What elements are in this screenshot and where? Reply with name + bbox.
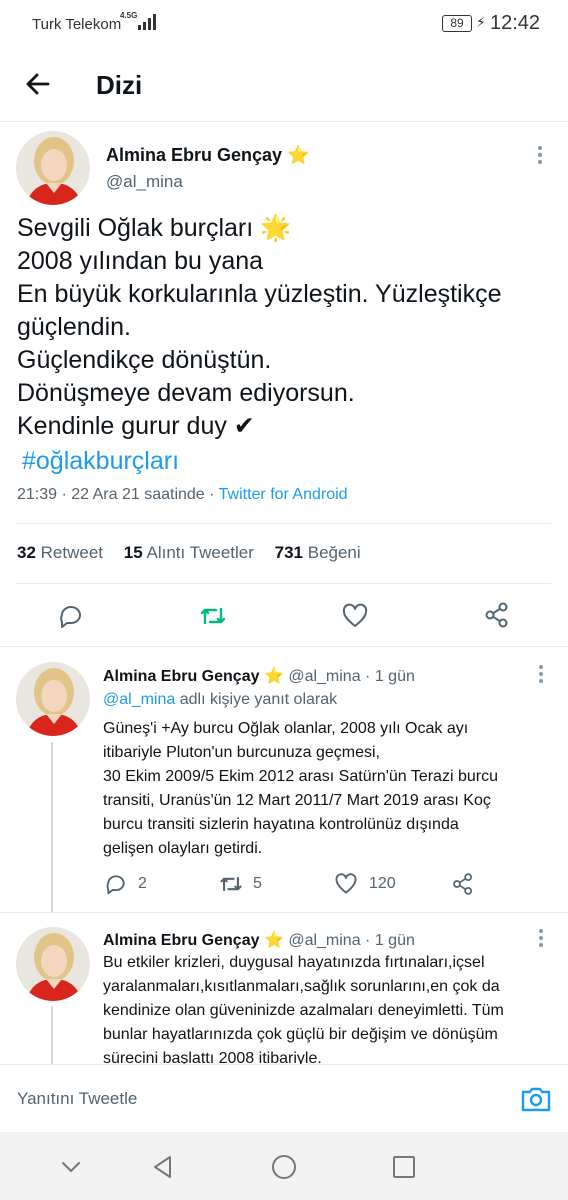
reply-text-line: kendinize olan güveninizde azalmaları de… [103,1002,504,1019]
reply-author-name[interactable]: Almina Ebru Gençay [103,932,260,949]
reply-handle-time: @al_mina · 1 gün [288,932,415,949]
system-nav-bar [0,1132,568,1200]
reply-context-text: adlı kişiye yanıt olarak [175,691,338,708]
like-heart-icon[interactable] [341,602,369,630]
nav-recents-icon[interactable] [391,1154,417,1180]
mention-link[interactable]: @al_mina [103,691,175,708]
reply-handle-time: @al_mina · 1 gün [288,668,415,685]
camera-icon[interactable] [520,1083,552,1115]
quotes-label: Alıntı Tweetler [146,543,254,562]
reply-header: Almina Ebru Gençay ⭐ @al_mina · 1 gün [103,666,415,686]
battery-level: 89 [450,16,464,30]
reply-context: @al_mina adlı kişiye yanıt olarak [103,691,337,709]
tweet-timestamp: 21:39 · 22 Ara 21 saatinde · [17,486,219,503]
charging-icon: ⚡ [476,14,486,30]
tweet-text-line: Sevgili Oğlak burçları 🌟 [17,214,292,242]
retweet-icon[interactable] [198,601,228,631]
author-name[interactable]: Almina Ebru Gençay ⭐ [106,145,310,166]
reply-text-line: sürecini başlattı 2008 itibariyle. [103,1050,322,1064]
more-options-icon[interactable] [537,144,543,164]
tweet-text-line: güçlendin. [17,313,131,341]
client-link[interactable]: Twitter for Android [219,486,348,503]
reply-text-line: gelişen olayları getirdi. [103,840,263,857]
more-options-icon[interactable] [538,663,544,683]
quotes-count: 15 [123,543,143,562]
status-bar: Turk Telekom 4.5G 89 ⚡ 12:42 [0,0,568,48]
quotes-stat[interactable]: 15 Alıntı Tweetler [124,543,254,562]
tweet-meta: 21:39 · 22 Ara 21 saatinde · Twitter for… [17,486,348,504]
reply-text-line: Bu etkiler krizleri, duygusal hayatınızd… [103,954,485,971]
author-avatar[interactable] [16,131,90,205]
tweet-text: Sevgili Oğlak burçları 🌟 2008 yılından b… [17,212,557,443]
page-title: Dizi [96,70,143,100]
thread-line [51,742,53,912]
reply-text-line: bunlar hayatlarınızda çok güçlü bir deği… [103,1026,498,1043]
reply-header: Almina Ebru Gençay ⭐ @al_mina · 1 gün [103,930,415,950]
signal-icon [138,14,156,30]
nav-back-icon[interactable] [150,1154,176,1180]
reply-text: Bu etkiler krizleri, duygusal hayatınızd… [103,951,553,1064]
tweet-text-line: Kendinle gurur duy ✔ [17,412,255,440]
reply-text-line: 30 Ekim 2009/5 Ekim 2012 arası Satürn'ün… [103,768,498,785]
compose-placeholder[interactable]: Yanıtını Tweetle [17,1089,137,1109]
author-handle[interactable]: @al_mina [106,172,183,192]
hashtag-link[interactable]: #oğlakburçları [22,447,179,476]
clock: 12:42 [490,12,541,34]
divider [0,646,568,647]
divider [0,912,568,913]
star-badge-icon: ⭐ [287,145,310,165]
reply-text: Güneş'i +Ay burcu Oğlak olanlar, 2008 yı… [103,717,553,861]
reply-text-line: itibariyle Pluton'un burcunuza geçmesi, [103,744,380,761]
like-count: 120 [369,875,396,892]
divider [16,583,551,584]
tweet-stats: 32 Retweet 15 Alıntı Tweetler 731 Beğeni [17,543,377,563]
more-options-icon[interactable] [538,927,544,947]
tweet-text-line: Dönüşmeye devam ediyorsun. [17,379,355,407]
reply-compose-bar[interactable]: Yanıtını Tweetle [0,1064,568,1132]
share-icon[interactable] [483,601,511,629]
likes-stat[interactable]: 731 Beğeni [275,543,361,562]
reply-author-avatar[interactable] [16,662,90,736]
retweet-icon[interactable] [218,871,244,897]
tweet-text-line: Güçlendikçe dönüştün. [17,346,272,374]
reply-text-line: yaralanmaları,kısıtlanmaları,sağlık soru… [103,978,500,995]
retweets-count: 32 [17,543,36,562]
retweets-stat[interactable]: 32 Retweet [17,543,103,562]
battery-icon: 89 [442,15,472,32]
share-icon[interactable] [451,872,475,896]
reply-icon[interactable] [104,872,128,896]
top-app-bar: Dizi [0,48,568,122]
tweet-text-line: 2008 yılından bu yana [17,247,264,275]
star-badge-icon: ⭐ [263,932,284,949]
reply-text-line: transiti, Uranüs'ün 12 Mart 2011/7 Mart … [103,792,491,809]
hide-keyboard-chevron-icon[interactable] [58,1154,84,1180]
retweet-count: 5 [253,875,262,892]
divider [16,523,551,524]
retweets-label: Retweet [40,543,104,562]
thread-line [51,1006,53,1064]
reply-author-name[interactable]: Almina Ebru Gençay [103,668,260,685]
carrier-name: Turk Telekom [32,16,122,33]
network-type: 4.5G [120,11,138,20]
author-name-text: Almina Ebru Gençay [106,145,283,165]
tweet-text-line: En büyük korkularınla yüzleştin. Yüzleşt… [17,280,502,308]
star-badge-icon: ⭐ [263,668,284,685]
reply-author-avatar[interactable] [16,927,90,1001]
reply-text-line: Güneş'i +Ay burcu Oğlak olanlar, 2008 yı… [103,720,469,737]
likes-count: 731 [274,543,303,562]
back-arrow-icon[interactable] [22,68,54,100]
likes-label: Beğeni [307,543,361,562]
reply-count: 2 [138,875,147,892]
like-heart-icon[interactable] [334,872,358,896]
reply-icon[interactable] [57,602,85,630]
nav-home-icon[interactable] [271,1154,297,1180]
reply-text-line: burcu transiti sizlerin hayatına kontrol… [103,816,459,833]
